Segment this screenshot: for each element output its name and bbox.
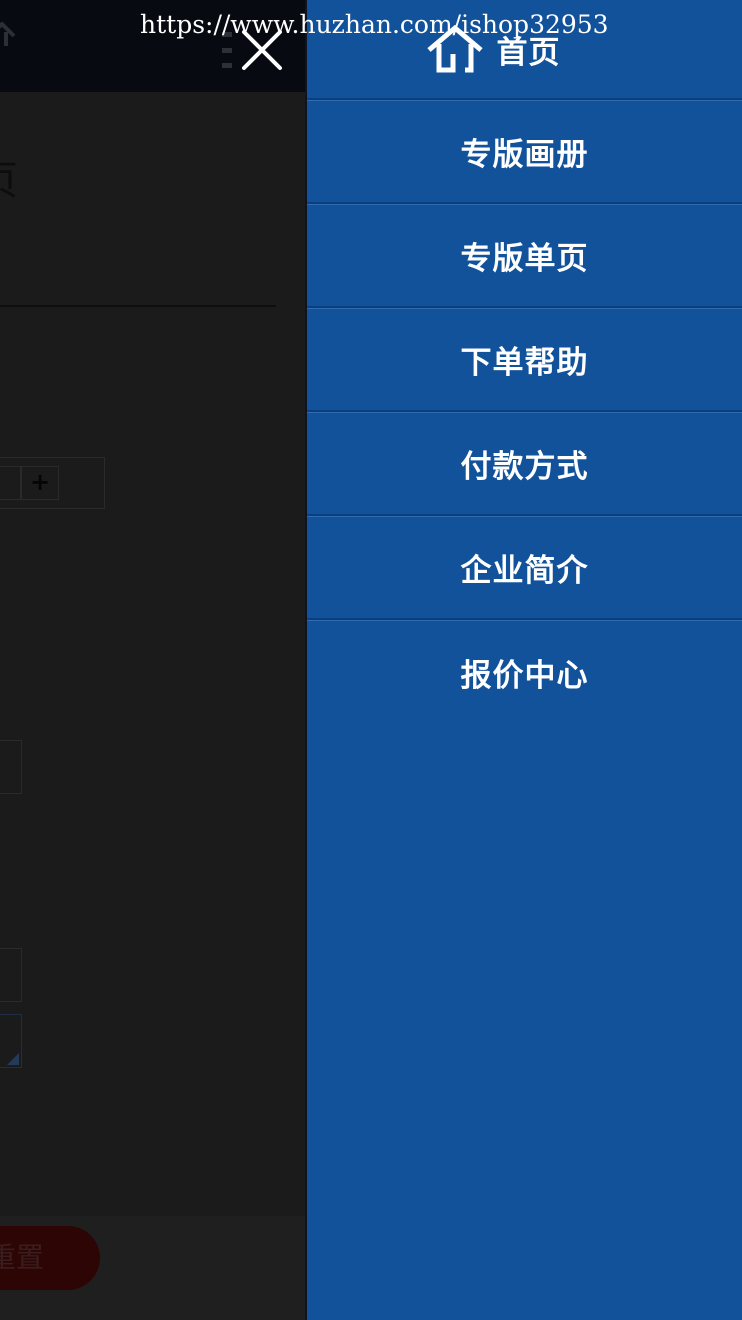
nav-item-label: 下单帮助: [460, 344, 589, 381]
reset-button[interactable]: 重置: [0, 1226, 100, 1290]
nav-item-label: 首页: [496, 34, 561, 71]
nav-item-order-help[interactable]: 下单帮助: [307, 308, 742, 412]
form-field[interactable]: [0, 740, 22, 794]
divider: [0, 305, 276, 307]
nav-item-label: 企业简介: [460, 552, 589, 589]
nav-item-label: 专版画册: [460, 136, 589, 173]
nav-item-about[interactable]: 企业简介: [307, 516, 742, 620]
nav-item-label: 专版单页: [460, 240, 589, 277]
nav-item-album[interactable]: 专版画册: [307, 100, 742, 204]
page-header: [0, 0, 305, 92]
increment-button[interactable]: +: [21, 466, 59, 500]
page-footer: 重置: [0, 1216, 305, 1320]
quantity-stepper[interactable]: +: [0, 457, 105, 509]
page-title: 页: [0, 148, 18, 206]
nav-item-label: 付款方式: [460, 448, 589, 485]
close-icon[interactable]: [240, 28, 284, 72]
textarea-field[interactable]: [0, 1014, 22, 1068]
home-icon: [426, 24, 483, 73]
nav-item-payment[interactable]: 付款方式: [307, 412, 742, 516]
dimmed-page: 页 + 重置: [0, 0, 305, 1320]
nav-item-quote-center[interactable]: 报价中心: [307, 620, 742, 724]
nav-item-single-page[interactable]: 专版单页: [307, 204, 742, 308]
resize-handle-icon: [7, 1053, 19, 1065]
home-icon-partial: [0, 22, 16, 46]
nav-item-label: 报价中心: [460, 657, 589, 694]
form-field[interactable]: [0, 948, 22, 1002]
nav-item-home[interactable]: 首页: [307, 0, 742, 100]
nav-drawer: 首页 专版画册 专版单页 下单帮助 付款方式 企业简介 报价中心: [305, 0, 742, 1320]
quantity-input[interactable]: [0, 466, 21, 500]
menu-icon: [222, 32, 232, 68]
